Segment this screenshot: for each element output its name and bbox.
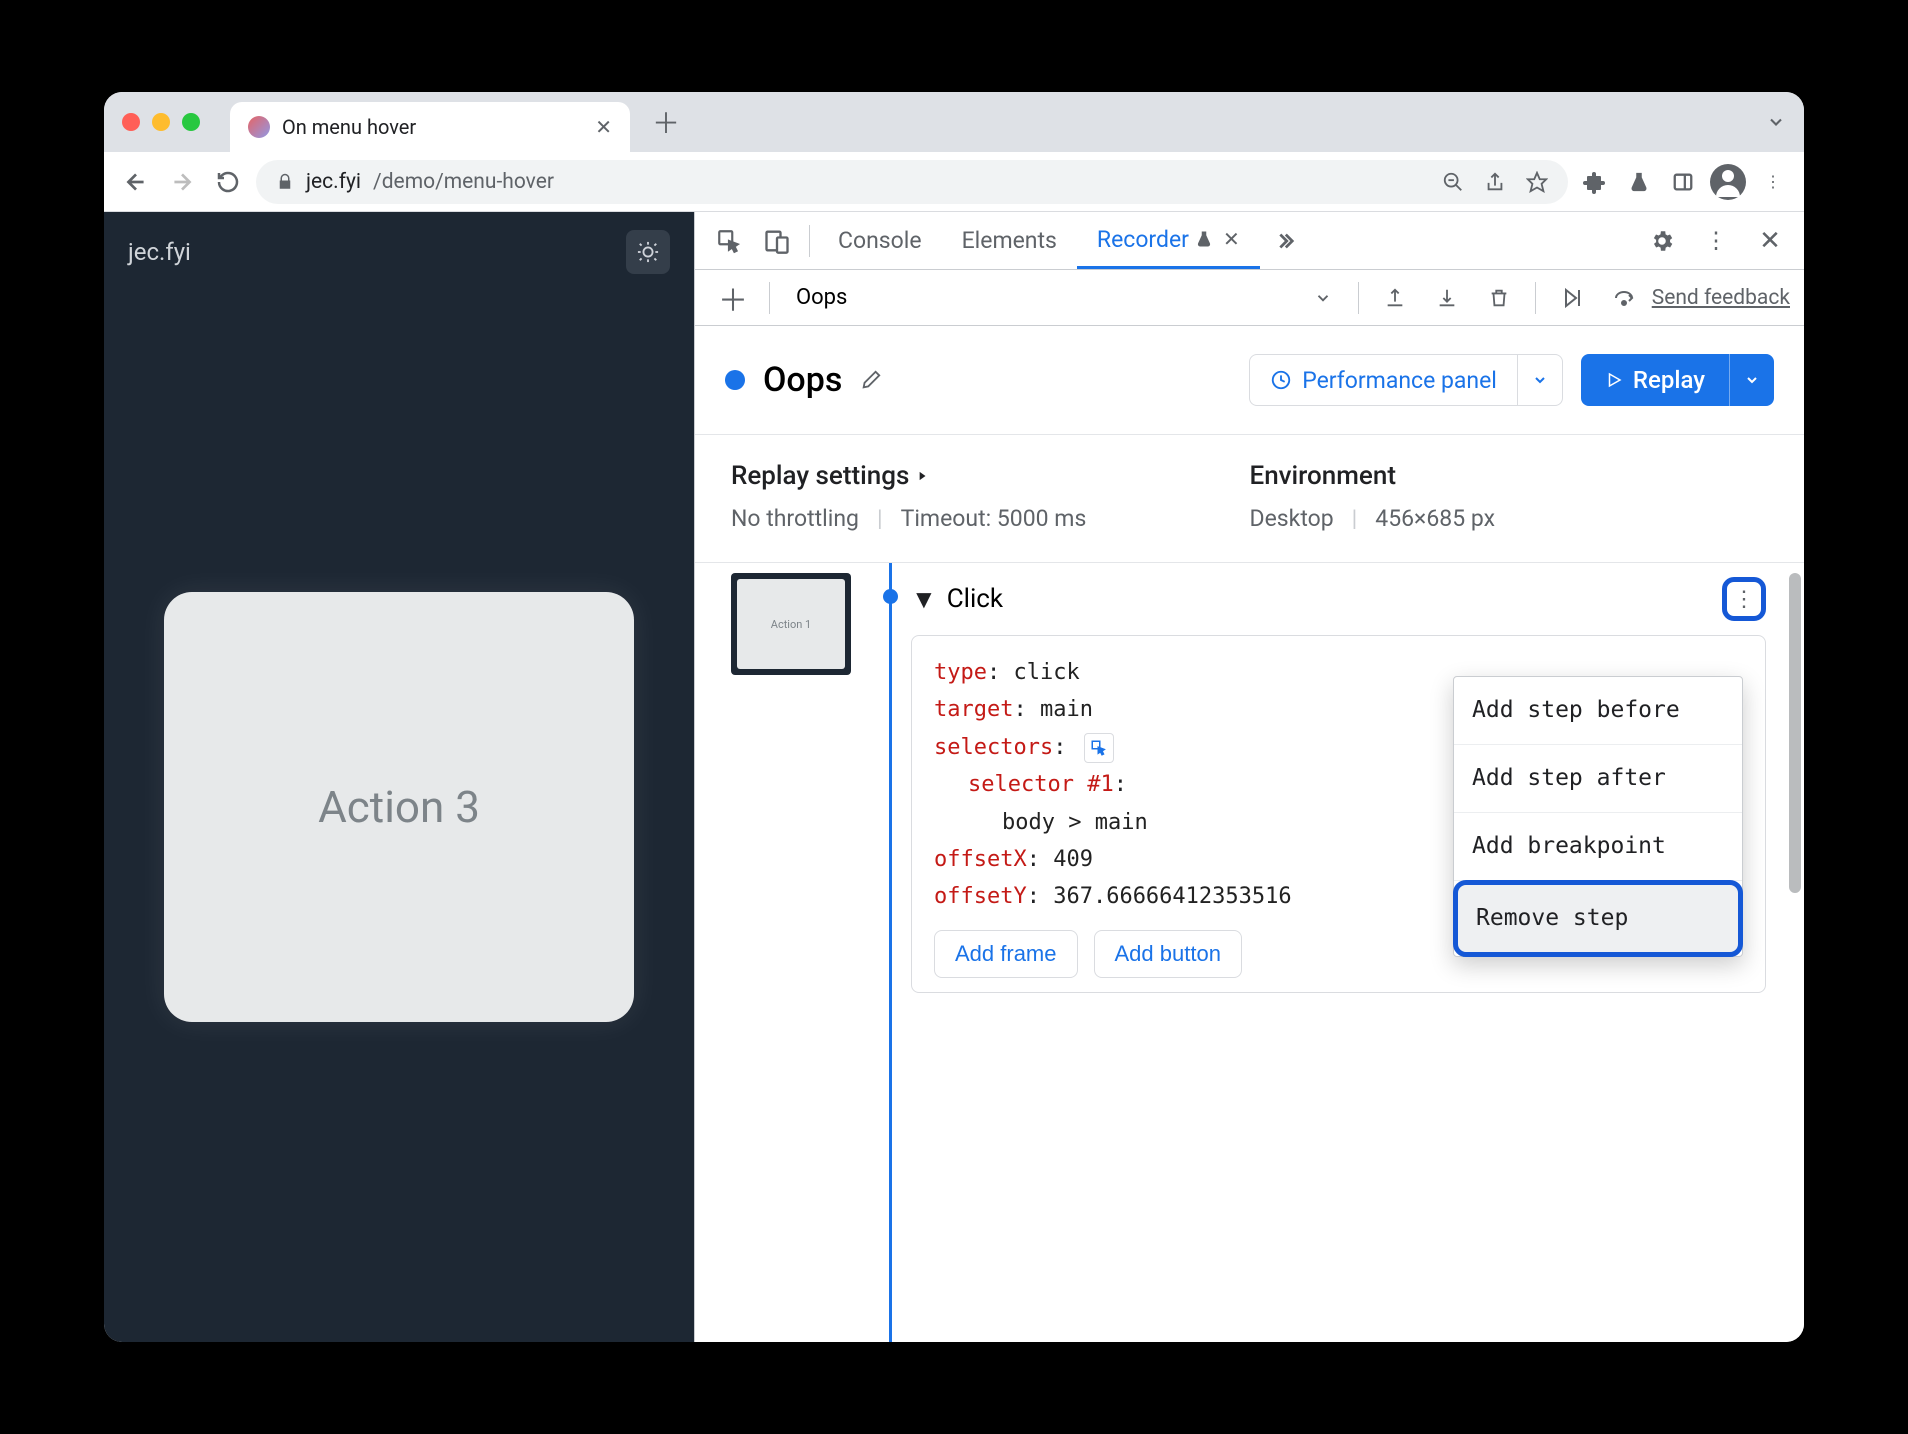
step-thumbnail[interactable]: Action 1 <box>731 573 851 675</box>
collapse-toggle-icon[interactable]: ▼ <box>911 584 937 615</box>
delete-icon[interactable] <box>1475 274 1523 322</box>
favicon-icon <box>248 116 270 138</box>
extensions-icon[interactable] <box>1578 165 1612 199</box>
menu-remove-step[interactable]: Remove step <box>1458 885 1738 952</box>
devtools-tabstrip: Console Elements Recorder ✕ ⋮ ✕ <box>695 212 1804 270</box>
browser-toolbar: jec.fyi/demo/menu-hover ⋮ <box>104 152 1804 212</box>
close-tab-icon[interactable]: ✕ <box>595 115 612 139</box>
continue-icon[interactable] <box>1548 274 1596 322</box>
send-feedback-link[interactable]: Send feedback <box>1652 286 1790 310</box>
prop-selector-value[interactable]: body > main <box>1002 810 1148 835</box>
menu-add-step-before[interactable]: Add step before <box>1454 677 1742 745</box>
address-bar[interactable]: jec.fyi/demo/menu-hover <box>256 160 1568 204</box>
browser-menu-icon[interactable]: ⋮ <box>1756 165 1790 199</box>
new-recording-button[interactable]: ＋ <box>709 274 757 322</box>
forward-button[interactable] <box>164 164 200 200</box>
step-details: type: click target: main selectors: sele… <box>911 635 1766 993</box>
prop-target[interactable]: main <box>1040 697 1093 722</box>
reload-button[interactable] <box>210 164 246 200</box>
recording-selector[interactable]: Oops <box>782 285 1346 310</box>
inspect-element-icon[interactable] <box>705 217 753 265</box>
environment-heading: Environment <box>1250 461 1769 491</box>
lock-icon <box>276 173 294 191</box>
browser-tab[interactable]: On menu hover ✕ <box>230 102 630 152</box>
close-devtools-icon[interactable]: ✕ <box>1746 217 1794 265</box>
record-indicator-icon <box>725 370 745 390</box>
prop-type[interactable]: click <box>1013 660 1079 685</box>
devtools-panel: Console Elements Recorder ✕ ⋮ ✕ ＋ <box>694 212 1804 1342</box>
window-controls <box>122 113 200 131</box>
url-host: jec.fyi <box>306 170 361 194</box>
settings-icon[interactable] <box>1638 217 1686 265</box>
more-tabs-icon[interactable] <box>1260 217 1308 265</box>
tab-title: On menu hover <box>282 115 583 139</box>
content-area: jec.fyi Action 3 Console Elements Record… <box>104 212 1804 1342</box>
chevron-down-icon[interactable] <box>1518 372 1562 388</box>
sidepanel-icon[interactable] <box>1666 165 1700 199</box>
page-site-name: jec.fyi <box>128 238 191 266</box>
throttling-value: No throttling <box>731 505 859 532</box>
chevron-down-icon <box>1314 289 1332 307</box>
add-frame-button[interactable]: Add frame <box>934 930 1078 978</box>
export-icon[interactable] <box>1371 274 1419 322</box>
steps-area: Action 1 ▼ Click ⋮ ty <box>695 563 1804 1342</box>
env-size: 456×685 px <box>1375 505 1495 532</box>
new-tab-button[interactable]: ＋ <box>652 102 680 142</box>
zoom-icon[interactable] <box>1442 171 1464 193</box>
browser-window: On menu hover ✕ ＋ jec.fyi/demo/menu-hove… <box>104 92 1804 1342</box>
prop-offsetx[interactable]: 409 <box>1053 847 1093 872</box>
settings-row: Replay settings No throttling | Timeout:… <box>695 435 1804 563</box>
url-path: /demo/menu-hover <box>373 170 554 194</box>
step-context-menu: Add step before Add step after Add break… <box>1453 676 1743 957</box>
menu-add-breakpoint[interactable]: Add breakpoint <box>1454 813 1742 881</box>
bookmark-icon[interactable] <box>1526 171 1548 193</box>
pick-selector-icon[interactable] <box>1084 733 1114 763</box>
recording-selector-value: Oops <box>796 285 847 310</box>
close-window-icon[interactable] <box>122 113 140 131</box>
prop-offsety[interactable]: 367.66666412353516 <box>1053 884 1291 909</box>
timeline-marker-icon <box>883 589 898 604</box>
timeline <box>875 563 905 1342</box>
close-tab-icon[interactable]: ✕ <box>1223 227 1240 251</box>
add-button-button[interactable]: Add button <box>1094 930 1242 978</box>
edit-title-icon[interactable] <box>860 369 882 391</box>
import-icon[interactable] <box>1423 274 1471 322</box>
replay-settings-heading[interactable]: Replay settings <box>731 461 1250 491</box>
flask-icon <box>1195 230 1213 248</box>
scrollbar[interactable] <box>1786 563 1804 1342</box>
thumbnail-column: Action 1 <box>695 563 875 1342</box>
device-toggle-icon[interactable] <box>753 217 801 265</box>
share-icon[interactable] <box>1484 171 1506 193</box>
step-menu-button[interactable]: ⋮ <box>1722 577 1766 621</box>
page-viewport: jec.fyi Action 3 <box>104 212 694 1342</box>
profile-avatar[interactable] <box>1710 164 1746 200</box>
tab-strip: On menu hover ✕ ＋ <box>104 92 1804 152</box>
labs-icon[interactable] <box>1622 165 1656 199</box>
recording-header: Oops Performance panel Replay <box>695 326 1804 435</box>
replay-button[interactable]: Replay <box>1581 354 1774 406</box>
demo-card[interactable]: Action 3 <box>164 592 634 1022</box>
recording-title: Oops <box>763 360 842 400</box>
tab-recorder[interactable]: Recorder ✕ <box>1077 212 1260 269</box>
back-button[interactable] <box>118 164 154 200</box>
theme-toggle-button[interactable] <box>626 230 670 274</box>
performance-panel-button[interactable]: Performance panel <box>1249 354 1563 406</box>
recorder-toolbar: ＋ Oops Send feedback <box>695 270 1804 326</box>
env-device: Desktop <box>1250 505 1334 532</box>
step-name: Click <box>947 584 1003 614</box>
step-header[interactable]: ▼ Click ⋮ <box>911 577 1766 621</box>
minimize-window-icon[interactable] <box>152 113 170 131</box>
maximize-window-icon[interactable] <box>182 113 200 131</box>
step-over-icon[interactable] <box>1600 274 1648 322</box>
menu-add-step-after[interactable]: Add step after <box>1454 745 1742 813</box>
tab-console[interactable]: Console <box>818 212 942 269</box>
timeout-value: Timeout: 5000 ms <box>901 505 1087 532</box>
tabs-dropdown-icon[interactable] <box>1766 112 1786 132</box>
tab-elements[interactable]: Elements <box>942 212 1077 269</box>
devtools-menu-icon[interactable]: ⋮ <box>1692 217 1740 265</box>
demo-card-label: Action 3 <box>318 781 480 833</box>
chevron-down-icon[interactable] <box>1730 372 1774 388</box>
